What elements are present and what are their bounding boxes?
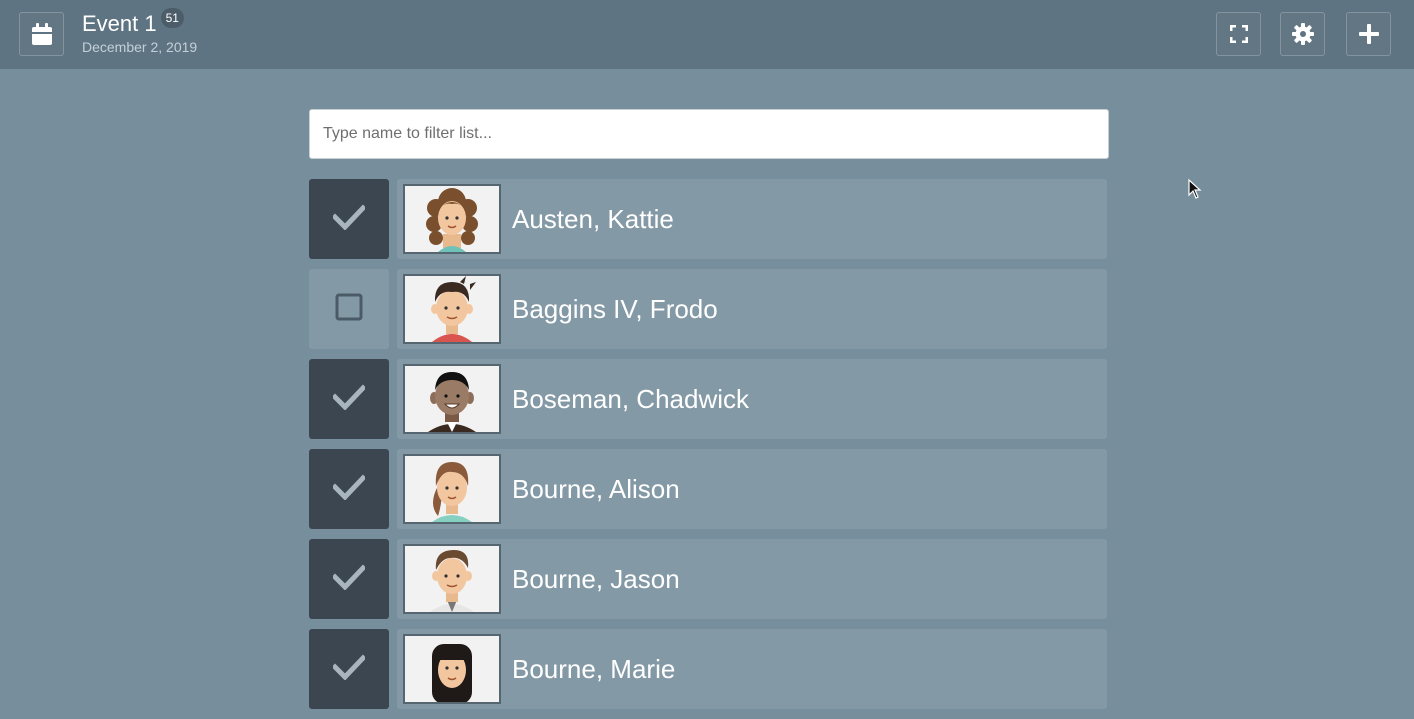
checkmark-icon [331, 203, 367, 235]
event-heading: Event 1 51 December 2, 2019 [82, 8, 198, 56]
attendee-name: Baggins IV, Frodo [512, 294, 718, 324]
checkmark-icon [331, 653, 367, 685]
event-title: Event 1 [82, 11, 157, 36]
avatar [403, 274, 501, 344]
attendee-card[interactable]: Austen, Kattie [397, 179, 1107, 259]
avatar [403, 634, 501, 704]
attendance-checkbox[interactable] [309, 359, 389, 439]
attendance-checkbox[interactable] [309, 629, 389, 709]
plus-icon [1358, 24, 1379, 44]
checkmark-icon [331, 383, 367, 415]
attendee-card[interactable]: Baggins IV, Frodo [397, 269, 1107, 349]
event-date: December 2, 2019 [82, 39, 198, 55]
mouse-cursor [1188, 178, 1202, 204]
attendee-row: Austen, Kattie [309, 179, 1109, 259]
attendee-count-badge: 51 [160, 8, 184, 28]
attendee-list: Austen, Kattie Baggins IV, Frodo Boseman, … [309, 179, 1109, 719]
fullscreen-button[interactable] [1216, 12, 1261, 56]
attendance-checkbox[interactable] [309, 449, 389, 529]
attendee-name: Bourne, Marie [512, 654, 676, 684]
attendance-checkbox[interactable] [309, 269, 389, 349]
attendee-name: Boseman, Chadwick [512, 384, 749, 414]
attendee-name: Austen, Kattie [512, 204, 674, 234]
attendee-card[interactable]: Bourne, Alison [397, 449, 1107, 529]
empty-checkbox-icon [335, 293, 363, 326]
attendee-name: Bourne, Alison [512, 474, 680, 504]
settings-button[interactable] [1280, 12, 1325, 56]
attendee-row: Bourne, Marie [309, 629, 1109, 709]
attendee-card[interactable]: Bourne, Marie [397, 629, 1107, 709]
top-bar: Event 1 51 December 2, 2019 [0, 0, 1414, 69]
checkmark-icon [331, 563, 367, 595]
avatar [403, 184, 501, 254]
attendee-row: Bourne, Alison [309, 449, 1109, 529]
attendee-card[interactable]: Boseman, Chadwick [397, 359, 1107, 439]
attendee-row: Boseman, Chadwick [309, 359, 1109, 439]
checkmark-icon [331, 473, 367, 505]
gear-icon [1291, 23, 1314, 45]
avatar [403, 544, 501, 614]
attendee-name: Bourne, Jason [512, 564, 680, 594]
avatar [403, 364, 501, 434]
add-button[interactable] [1346, 12, 1391, 56]
fullscreen-icon [1229, 25, 1248, 43]
avatar [403, 454, 501, 524]
calendar-button[interactable] [19, 12, 64, 56]
attendee-card[interactable]: Bourne, Jason [397, 539, 1107, 619]
attendance-checkbox[interactable] [309, 539, 389, 619]
attendee-row: Bourne, Jason [309, 539, 1109, 619]
attendee-row: Baggins IV, Frodo [309, 269, 1109, 349]
attendance-checkbox[interactable] [309, 179, 389, 259]
calendar-icon [31, 23, 52, 45]
name-filter-input[interactable] [309, 109, 1109, 159]
